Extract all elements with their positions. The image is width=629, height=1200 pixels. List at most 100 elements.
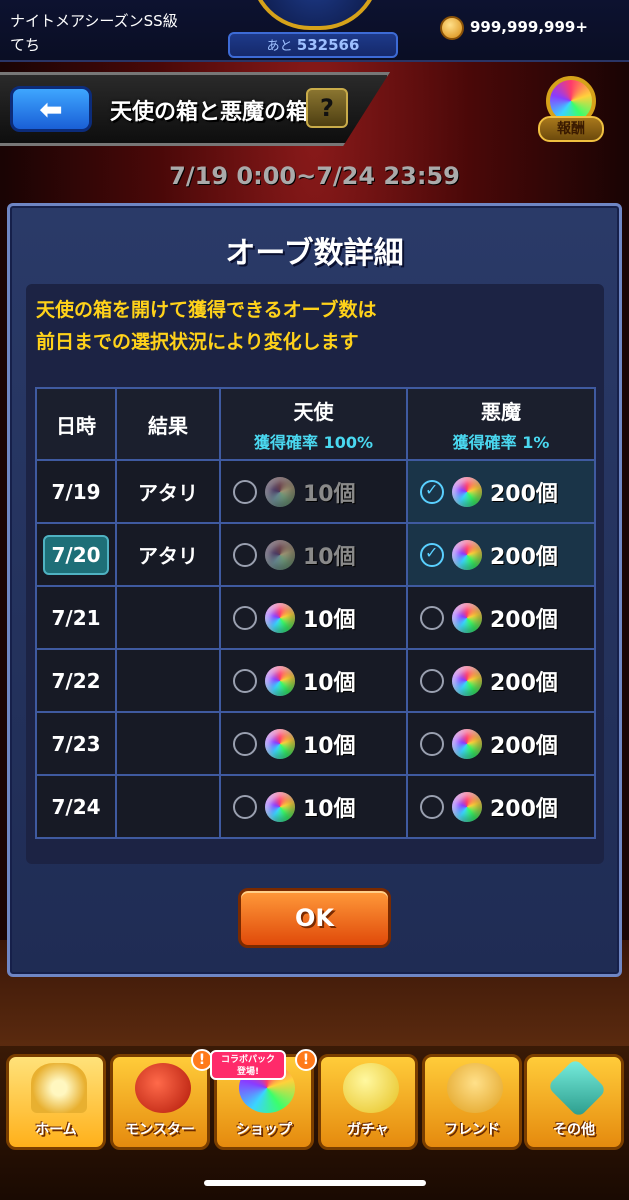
friends-icon [447, 1063, 503, 1113]
devil-radio [420, 731, 444, 756]
angel-amount: 10個 [303, 670, 356, 696]
devil-option: 200個 [406, 585, 596, 650]
nav-home-label: ホーム [35, 1122, 77, 1138]
nav-friend-label: フレンド [444, 1122, 500, 1138]
nav-shop-label: ショップ [236, 1122, 292, 1138]
table-header-row: 日時 結果 天使 獲得確率 100% 悪魔 獲得確率 1% [35, 387, 596, 461]
angel-radio [233, 794, 257, 819]
username: てち [10, 36, 41, 54]
home-indicator[interactable] [204, 1180, 426, 1186]
angel-radio [233, 605, 257, 630]
rank-remaining-value: 532566 [296, 36, 360, 54]
nav-gacha-label: ガチャ [347, 1122, 389, 1138]
collab-tag-line-1: コラボパック [220, 1055, 275, 1065]
orb-icon [452, 539, 482, 570]
angel-label: 天使 [293, 399, 334, 424]
monster-icon [135, 1063, 191, 1113]
date-cell: 7/22 [35, 648, 117, 713]
devil-amount: 200個 [490, 733, 558, 759]
ok-button[interactable]: OK [238, 888, 391, 948]
orb-icon [265, 728, 295, 759]
angel-probability: 獲得確率 100% [253, 432, 373, 452]
nav-monster[interactable]: ! モンスター [110, 1049, 213, 1150]
table-row: 7/22 10個 200個 [35, 648, 596, 713]
reward-label: 報酬 [538, 116, 604, 142]
angel-option: 10個 [219, 648, 408, 713]
dialog-title: オーブ数詳細 [225, 236, 404, 271]
rank-prefix: あと [266, 39, 293, 54]
dialog-notice: 天使の箱を開けて獲得できるオーブ数は 前日までの選択状況により変化します [36, 294, 596, 358]
angel-amount: 10個 [303, 544, 356, 570]
collab-tag-line-2: 登場! [236, 1067, 260, 1077]
orb-icon [265, 665, 295, 696]
home-gate-icon [31, 1063, 87, 1113]
column-header-devil: 悪魔 獲得確率 1% [406, 387, 596, 461]
nav-home[interactable]: ホーム [6, 1054, 106, 1150]
angel-radio [233, 668, 257, 693]
devil-option: 200個 [406, 711, 596, 776]
date-cell: 7/23 [35, 711, 117, 776]
angel-option: 10個 [219, 459, 408, 524]
orb-icon [452, 728, 482, 759]
coin-icon [440, 16, 464, 40]
other-diamond-icon [547, 1058, 607, 1118]
devil-amount: 200個 [490, 544, 558, 570]
column-header-result: 結果 [115, 387, 221, 461]
table-row: 7/20 アタリ 10個 200個 [35, 522, 596, 587]
orb-icon [265, 476, 295, 507]
angel-option: 10個 [219, 711, 408, 776]
nav-other-label: その他 [553, 1122, 595, 1138]
angel-amount: 10個 [303, 607, 356, 633]
page-title: 天使の箱と悪魔の箱 [110, 100, 309, 125]
result-cell [115, 648, 221, 713]
nav-friend[interactable]: フレンド [422, 1054, 522, 1150]
nav-other[interactable]: その他 [524, 1054, 624, 1150]
devil-option: 200個 [406, 522, 596, 587]
table-row: 7/19 アタリ 10個 200個 [35, 459, 596, 524]
result-cell [115, 711, 221, 776]
devil-radio [420, 605, 444, 630]
orb-icon [265, 539, 295, 570]
orb-icon [452, 791, 482, 822]
devil-amount: 200個 [490, 670, 558, 696]
result-cell [115, 585, 221, 650]
angel-radio [233, 479, 257, 504]
table-row: 7/21 10個 200個 [35, 585, 596, 650]
angel-amount: 10個 [303, 733, 356, 759]
devil-option: 200個 [406, 774, 596, 839]
collab-pack-tag: コラボパック 登場! [210, 1050, 286, 1080]
devil-probability: 獲得確率 1% [452, 432, 550, 452]
angel-option: 10個 [219, 585, 408, 650]
date-cell: 7/21 [35, 585, 117, 650]
devil-amount: 200個 [490, 796, 558, 822]
devil-radio-checked [420, 479, 444, 504]
date-cell: 7/20 [35, 522, 117, 587]
angel-amount: 10個 [303, 481, 356, 507]
angel-option: 10個 [219, 774, 408, 839]
event-period: 7/19 0:00~7/24 23:59 [169, 162, 460, 190]
devil-label: 悪魔 [481, 399, 521, 424]
table-row: 7/23 10個 200個 [35, 711, 596, 776]
column-header-angel: 天使 獲得確率 100% [219, 387, 408, 461]
angel-radio [233, 542, 257, 567]
alert-badge: ! [295, 1049, 317, 1071]
result-cell [115, 774, 221, 839]
notice-line-1: 天使の箱を開けて獲得できるオーブ数は [36, 299, 377, 321]
back-button[interactable]: ⬅ [10, 86, 92, 132]
help-button[interactable]: ? [306, 88, 348, 128]
result-cell: アタリ [115, 522, 221, 587]
reward-button[interactable]: 報酬 [538, 76, 604, 148]
nav-gacha[interactable]: ガチャ [318, 1054, 418, 1150]
angel-amount: 10個 [303, 796, 356, 822]
column-header-date: 日時 [35, 387, 117, 461]
devil-radio [420, 794, 444, 819]
table-row: 7/24 10個 200個 [35, 774, 596, 839]
angel-option: 10個 [219, 522, 408, 587]
date-cell: 7/24 [35, 774, 117, 839]
orb-icon [452, 665, 482, 696]
devil-radio [420, 668, 444, 693]
league-label: ナイトメアシーズンSS級 [10, 12, 178, 30]
back-arrow-icon: ⬅ [39, 92, 63, 126]
result-cell: アタリ [115, 459, 221, 524]
rank-remaining-badge: あと 532566 [228, 32, 398, 58]
